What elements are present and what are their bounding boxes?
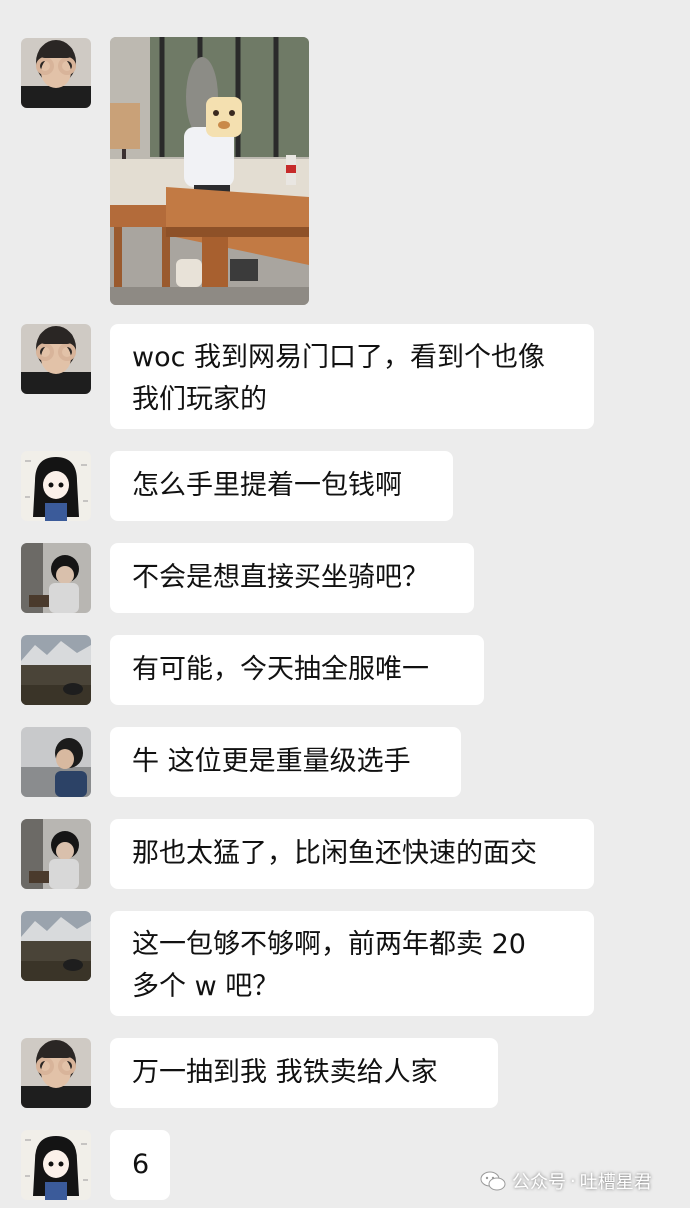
watermark: 公众号 · 吐槽星君 bbox=[480, 1168, 652, 1194]
avatar-profile-guy[interactable] bbox=[21, 727, 91, 797]
avatar-mountain-user[interactable] bbox=[21, 635, 91, 705]
ok-hands-avatar-icon bbox=[21, 38, 91, 108]
long-hair-girl-avatar-icon bbox=[21, 451, 91, 521]
shared-photo[interactable] bbox=[110, 37, 309, 305]
watermark-label: 公众号 bbox=[512, 1172, 566, 1193]
avatar-long-hair-girl[interactable] bbox=[21, 451, 91, 521]
mountain-avatar-icon bbox=[21, 635, 91, 705]
office-lobby-photo bbox=[110, 37, 309, 305]
message-bubble[interactable]: 怎么手里提着一包钱啊 bbox=[110, 451, 453, 521]
message-bubble[interactable]: 6 bbox=[110, 1130, 170, 1200]
ok-hands-avatar-icon bbox=[21, 324, 91, 394]
avatar-dark-hair-guy[interactable] bbox=[21, 543, 91, 613]
message-text-line: 不会是想直接买坐骑吧？ bbox=[132, 562, 429, 593]
avatar-ok-hands-user[interactable] bbox=[21, 38, 91, 108]
wechat-icon bbox=[480, 1171, 506, 1191]
message-bubble[interactable]: 这一包够不够啊，前两年都卖 20 多个 w 吧？ bbox=[110, 911, 594, 1016]
message-text-line: 多个 w 吧？ bbox=[132, 971, 280, 1002]
ok-hands-avatar-icon bbox=[21, 1038, 91, 1108]
watermark-account: 吐槽星君 bbox=[579, 1172, 652, 1193]
message-text-line: 怎么手里提着一包钱啊 bbox=[132, 470, 402, 501]
avatar-ok-hands-user[interactable] bbox=[21, 324, 91, 394]
mountain-avatar-icon bbox=[21, 911, 91, 981]
message-text-line: 我们玩家的 bbox=[132, 384, 267, 415]
avatar-ok-hands-user[interactable] bbox=[21, 1038, 91, 1108]
dark-hair-guy-avatar-icon bbox=[21, 543, 91, 613]
profile-guy-avatar-icon bbox=[21, 727, 91, 797]
message-text-line: 有可能，今天抽全服唯一 bbox=[132, 654, 429, 685]
message-bubble[interactable]: 有可能，今天抽全服唯一 bbox=[110, 635, 484, 705]
message-bubble[interactable]: 万一抽到我 我铁卖给人家 bbox=[110, 1038, 498, 1108]
watermark-separator: · bbox=[570, 1170, 576, 1192]
message-text-line: woc 我到网易门口了，看到个也像 bbox=[132, 342, 546, 373]
message-bubble[interactable]: 牛 这位更是重量级选手 bbox=[110, 727, 461, 797]
message-text-line: 牛 这位更是重量级选手 bbox=[132, 746, 411, 777]
message-text-line: 6 bbox=[132, 1149, 150, 1180]
dark-hair-guy-avatar-icon bbox=[21, 819, 91, 889]
avatar-mountain-user[interactable] bbox=[21, 911, 91, 981]
avatar-long-hair-girl[interactable] bbox=[21, 1130, 91, 1200]
message-bubble[interactable]: 不会是想直接买坐骑吧？ bbox=[110, 543, 474, 613]
avatar-dark-hair-guy[interactable] bbox=[21, 819, 91, 889]
message-text-line: 那也太猛了，比闲鱼还快速的面交 bbox=[132, 838, 537, 869]
message-text-line: 万一抽到我 我铁卖给人家 bbox=[132, 1057, 438, 1088]
message-text-line: 这一包够不够啊，前两年都卖 20 bbox=[132, 929, 526, 960]
message-bubble[interactable]: 那也太猛了，比闲鱼还快速的面交 bbox=[110, 819, 594, 889]
long-hair-girl-avatar-icon bbox=[21, 1130, 91, 1200]
message-bubble[interactable]: woc 我到网易门口了，看到个也像 我们玩家的 bbox=[110, 324, 594, 429]
